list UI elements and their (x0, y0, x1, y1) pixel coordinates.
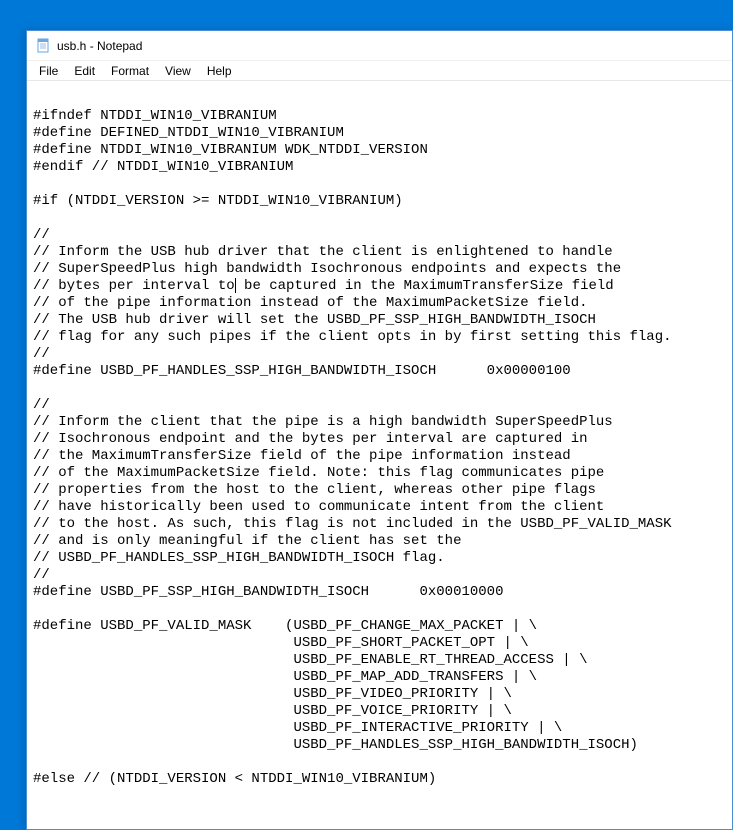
menu-edit[interactable]: Edit (66, 62, 103, 80)
menu-help[interactable]: Help (199, 62, 240, 80)
text-editor[interactable]: #ifndef NTDDI_WIN10_VIBRANIUM #define DE… (27, 81, 732, 829)
titlebar[interactable]: usb.h - Notepad (27, 31, 732, 61)
notepad-window: usb.h - Notepad File Edit Format View He… (26, 30, 733, 830)
menu-file[interactable]: File (31, 62, 66, 80)
text-caret (235, 278, 236, 293)
menubar: File Edit Format View Help (27, 61, 732, 81)
menu-format[interactable]: Format (103, 62, 157, 80)
notepad-icon (35, 38, 51, 54)
menu-view[interactable]: View (157, 62, 199, 80)
window-title: usb.h - Notepad (57, 39, 142, 53)
